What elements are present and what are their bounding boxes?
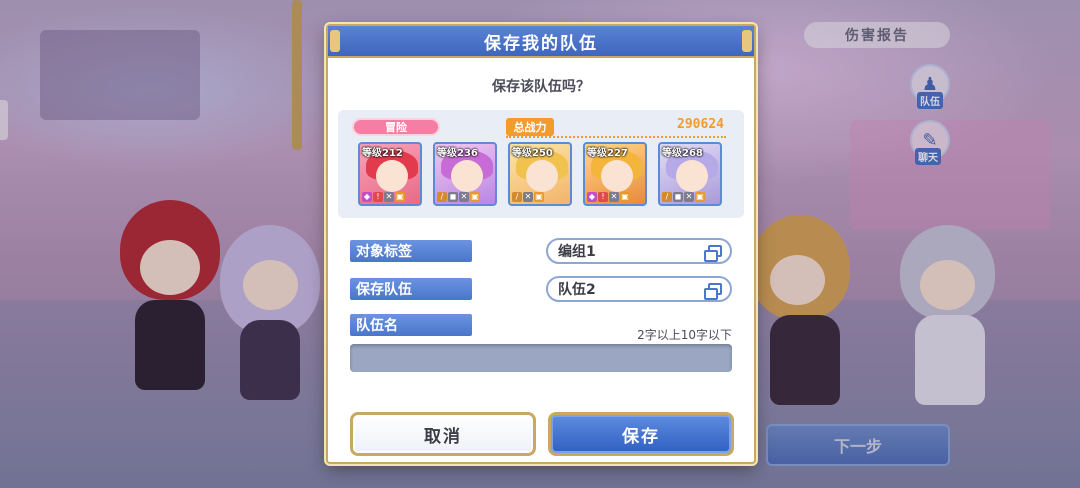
team-name-input[interactable]: [350, 344, 732, 372]
character-card[interactable]: 等级268 / ◼ ✕ ▣: [658, 142, 722, 206]
character-face: [451, 160, 483, 192]
cancel-button[interactable]: 取消: [350, 412, 536, 456]
character-status-icons: / ◼ ✕ ▣: [662, 192, 705, 202]
character-face: [601, 160, 633, 192]
weapon-icon: !: [598, 192, 608, 202]
save-team-value: 队伍2: [558, 282, 596, 298]
target-tag-value: 编组1: [558, 244, 596, 260]
character-face: [376, 160, 408, 192]
bonus-icon: ▣: [470, 192, 480, 202]
gear-icon: ✕: [523, 192, 533, 202]
total-power-label: 总战力: [506, 118, 554, 136]
save-button[interactable]: 保存: [548, 412, 734, 456]
bonus-icon: ▣: [534, 192, 544, 202]
character-card[interactable]: 等级250 / ✕ ▣: [508, 142, 572, 206]
mode-badge: 冒险: [352, 118, 440, 136]
character-level: 等级268: [662, 148, 703, 159]
weapon-icon: !: [373, 192, 383, 202]
rank-icon: ◆: [587, 192, 597, 202]
character-card[interactable]: 等级227 ◆ ! ✕ ▣: [583, 142, 647, 206]
weapon-icon: /: [512, 192, 522, 202]
save-team-label: 保存队伍: [350, 278, 472, 300]
character-status-icons: / ◼ ✕ ▣: [437, 192, 480, 202]
save-team-dialog: 保存我的队伍 保存该队伍吗？ 冒险 总战力 290624 等级212 ◆ ! ✕…: [326, 24, 756, 464]
character-level: 等级227: [587, 148, 628, 159]
team-name-hint: 2字以上10字以下: [637, 328, 732, 342]
weapon-icon: /: [437, 192, 447, 202]
character-status-icons: / ✕ ▣: [512, 192, 544, 202]
dialog-title: 保存我的队伍: [328, 26, 754, 58]
target-tag-label: 对象标签: [350, 240, 472, 262]
target-tag-select[interactable]: 编组1: [546, 238, 732, 264]
shield-icon: ◼: [448, 192, 458, 202]
rank-icon: ◆: [362, 192, 372, 202]
bonus-icon: ▣: [395, 192, 405, 202]
bonus-icon: ▣: [695, 192, 705, 202]
total-power-value: 290624: [677, 117, 724, 132]
shield-icon: ◼: [673, 192, 683, 202]
character-face: [676, 160, 708, 192]
bonus-icon: ▣: [620, 192, 630, 202]
team-preview-panel: 冒险 总战力 290624 等级212 ◆ ! ✕ ▣ 等级236 / ◼ ✕ …: [338, 110, 744, 218]
character-card[interactable]: 等级236 / ◼ ✕ ▣: [433, 142, 497, 206]
team-name-label: 队伍名: [350, 314, 472, 336]
character-status-icons: ◆ ! ✕ ▣: [362, 192, 405, 202]
dropdown-list-icon: [704, 283, 722, 300]
gear-icon: ✕: [459, 192, 469, 202]
gear-icon: ✕: [684, 192, 694, 202]
power-underline: [506, 136, 726, 138]
character-level: 等级212: [362, 148, 403, 159]
character-face: [526, 160, 558, 192]
character-status-icons: ◆ ! ✕ ▣: [587, 192, 630, 202]
gear-icon: ✕: [609, 192, 619, 202]
save-team-select[interactable]: 队伍2: [546, 276, 732, 302]
character-card[interactable]: 等级212 ◆ ! ✕ ▣: [358, 142, 422, 206]
weapon-icon: /: [662, 192, 672, 202]
character-level: 等级236: [437, 148, 478, 159]
character-level: 等级250: [512, 148, 553, 159]
dropdown-list-icon: [704, 245, 722, 262]
confirm-question: 保存该队伍吗？: [492, 79, 590, 95]
gear-icon: ✕: [384, 192, 394, 202]
